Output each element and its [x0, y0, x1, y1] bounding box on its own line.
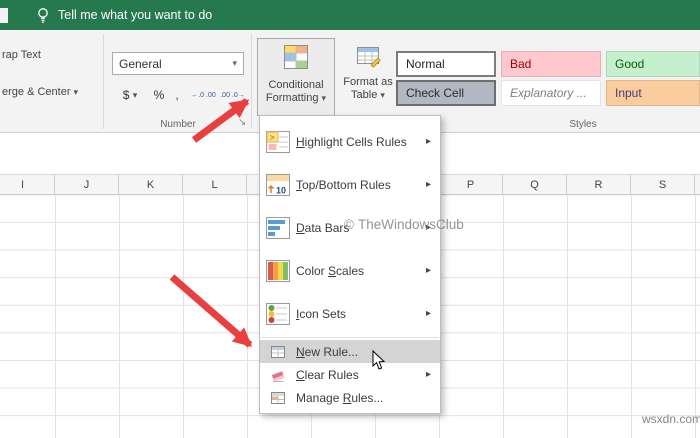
style-good[interactable]: Good [606, 51, 700, 77]
menu-item-color-scales[interactable]: Color Scales ▸ [260, 249, 440, 292]
submenu-arrow-icon: ▸ [425, 265, 431, 276]
column-header[interactable]: S [631, 175, 695, 194]
color-scales-icon [260, 258, 296, 284]
chevron-down-icon: ▾ [321, 92, 327, 103]
number-format-value: General [119, 56, 162, 71]
svg-text:>: > [270, 132, 275, 142]
wrap-text-button[interactable]: rap Text [2, 49, 41, 61]
data-bars-icon [260, 215, 296, 241]
column-header[interactable] [695, 175, 700, 194]
submenu-arrow-icon: ▸ [425, 369, 431, 380]
group-separator [251, 34, 252, 129]
chevron-down-icon: ▾ [380, 89, 385, 100]
column-header[interactable]: I [0, 175, 55, 194]
menu-item-top-bottom-rules[interactable]: 10 Top/Bottom Rules ▸ [260, 163, 440, 206]
increase-decimal-button[interactable]: ←.0 .00 [190, 84, 217, 106]
conditional-formatting-button[interactable]: Conditional Formatting ▾ [257, 38, 335, 116]
chevron-down-icon: ▾ [232, 58, 237, 68]
lightbulb-icon [34, 6, 52, 29]
submenu-arrow-icon: ▸ [425, 308, 431, 319]
percent-style-button[interactable]: % [150, 84, 168, 106]
svg-text:10: 10 [276, 185, 286, 195]
manage-rules-icon [260, 390, 296, 406]
merge-center-button[interactable]: erge & Center ▾ [2, 86, 78, 98]
number-group-label: Number [160, 119, 196, 130]
tell-me-bar[interactable]: Tell me what you want to do [0, 0, 700, 30]
menu-item-clear-rules[interactable]: Clear Rules ▸ [260, 363, 440, 386]
clear-rules-icon [260, 367, 296, 383]
conditional-formatting-icon [282, 43, 310, 76]
top-bottom-rules-icon: 10 [260, 172, 296, 198]
chevron-down-icon: ▾ [132, 89, 138, 100]
column-header[interactable]: L [183, 175, 247, 194]
icon-sets-icon [260, 301, 296, 327]
column-header[interactable]: R [567, 175, 631, 194]
group-separator [103, 34, 104, 129]
watermark-thewindowsclub: © TheWindowsClub [344, 217, 464, 232]
accounting-format-button[interactable]: $ ▾ [114, 84, 146, 106]
menu-separator [261, 337, 439, 338]
format-as-table-button[interactable]: Format as Table ▾ [339, 38, 397, 116]
comma-style-button[interactable]: , [170, 84, 184, 106]
menu-item-icon-sets[interactable]: Icon Sets ▸ [260, 292, 440, 335]
tell-me-placeholder: Tell me what you want to do [58, 8, 213, 22]
column-header[interactable]: J [55, 175, 119, 194]
style-input[interactable]: Input [606, 80, 700, 106]
ribbon-tab-fragment [0, 8, 8, 23]
new-rule-icon [260, 344, 296, 360]
format-as-table-icon [355, 42, 381, 73]
style-explanatory[interactable]: Explanatory ... [501, 80, 601, 106]
submenu-arrow-icon: ▸ [425, 179, 431, 190]
menu-item-manage-rules[interactable]: Manage Rules... [260, 386, 440, 409]
dialog-launcher-icon[interactable]: ↘ [238, 117, 246, 128]
styles-group-label: Styles [569, 119, 597, 130]
style-check-cell[interactable]: Check Cell [396, 80, 496, 106]
copyright-icon: © [344, 217, 354, 232]
column-header[interactable]: Q [503, 175, 567, 194]
conditional-formatting-menu: > Highlight Cells Rules ▸ 10 Top/Bottom … [259, 115, 441, 414]
watermark-wsxdn: wsxdn.com [642, 412, 700, 426]
excel-window: Tell me what you want to do rap Text erg… [0, 0, 700, 438]
submenu-arrow-icon: ▸ [425, 136, 431, 147]
style-normal[interactable]: Normal [396, 51, 496, 77]
menu-item-highlight-cells-rules[interactable]: > Highlight Cells Rules ▸ [260, 120, 440, 163]
menu-item-new-rule[interactable]: New Rule... [260, 340, 440, 363]
decrease-decimal-button[interactable]: .00 .0→ [219, 84, 246, 106]
number-format-combobox[interactable]: General ▾ [112, 52, 244, 75]
column-header[interactable]: K [119, 175, 183, 194]
style-bad[interactable]: Bad [501, 51, 601, 77]
column-header[interactable]: P [439, 175, 503, 194]
highlight-cells-rules-icon: > [260, 129, 296, 155]
chevron-down-icon: ▾ [73, 87, 79, 97]
